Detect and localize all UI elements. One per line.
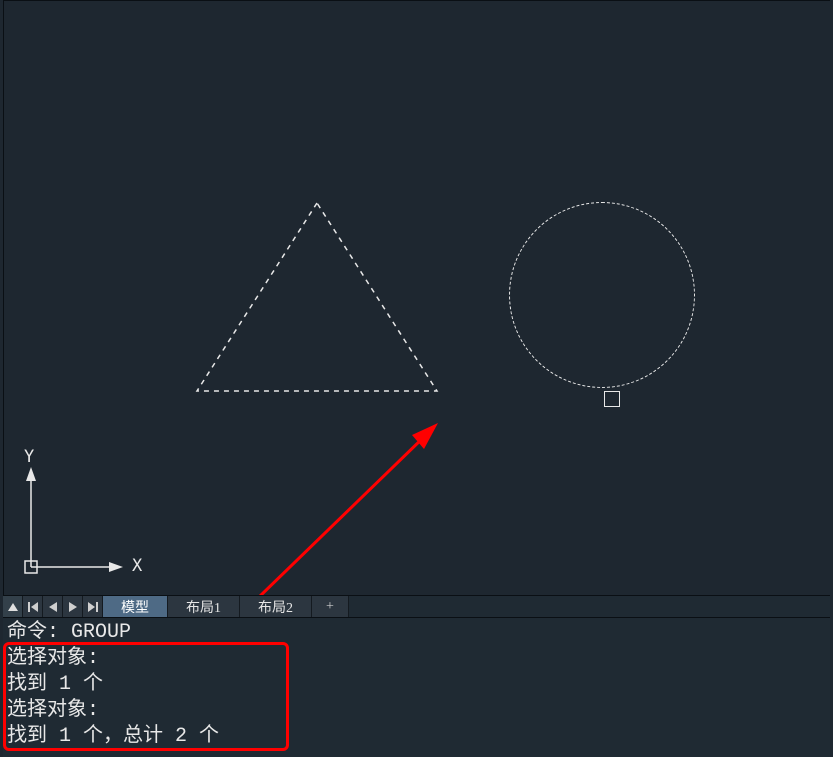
tabbar-first-button[interactable] xyxy=(23,596,43,617)
cmd-line: 选择对象: xyxy=(7,698,826,724)
tab-add[interactable]: + xyxy=(312,596,349,617)
ucs-x-label: X xyxy=(132,556,142,576)
tab-layout2[interactable]: 布局2 xyxy=(240,596,312,617)
pickbox-cursor xyxy=(604,391,620,407)
layout-tab-bar: 模型 布局1 布局2 + xyxy=(3,595,830,617)
cmd-line: 找到 1 个，总计 2 个 xyxy=(7,724,826,750)
tab-model[interactable]: 模型 xyxy=(103,596,168,617)
cmd-line: 找到 1 个 xyxy=(7,672,826,698)
tabbar-last-button[interactable] xyxy=(83,596,103,617)
tabbar-prev-button[interactable] xyxy=(43,596,63,617)
ucs-icon: Y X xyxy=(17,447,157,587)
command-line-log[interactable]: 命令: GROUP 选择对象: 找到 1 个 选择对象: 找到 1 个，总计 2… xyxy=(3,617,830,757)
tabbar-next-button[interactable] xyxy=(63,596,83,617)
triangle-shape[interactable] xyxy=(197,203,437,391)
cmd-line: 选择对象: xyxy=(7,646,826,672)
tabbar-collapse-button[interactable] xyxy=(3,596,23,617)
circle-shape[interactable] xyxy=(509,202,695,388)
tab-layout1[interactable]: 布局1 xyxy=(168,596,240,617)
cmd-line: 命令: GROUP xyxy=(7,620,826,646)
drawing-canvas[interactable]: Y X xyxy=(3,0,830,595)
ucs-y-label: Y xyxy=(24,447,34,467)
